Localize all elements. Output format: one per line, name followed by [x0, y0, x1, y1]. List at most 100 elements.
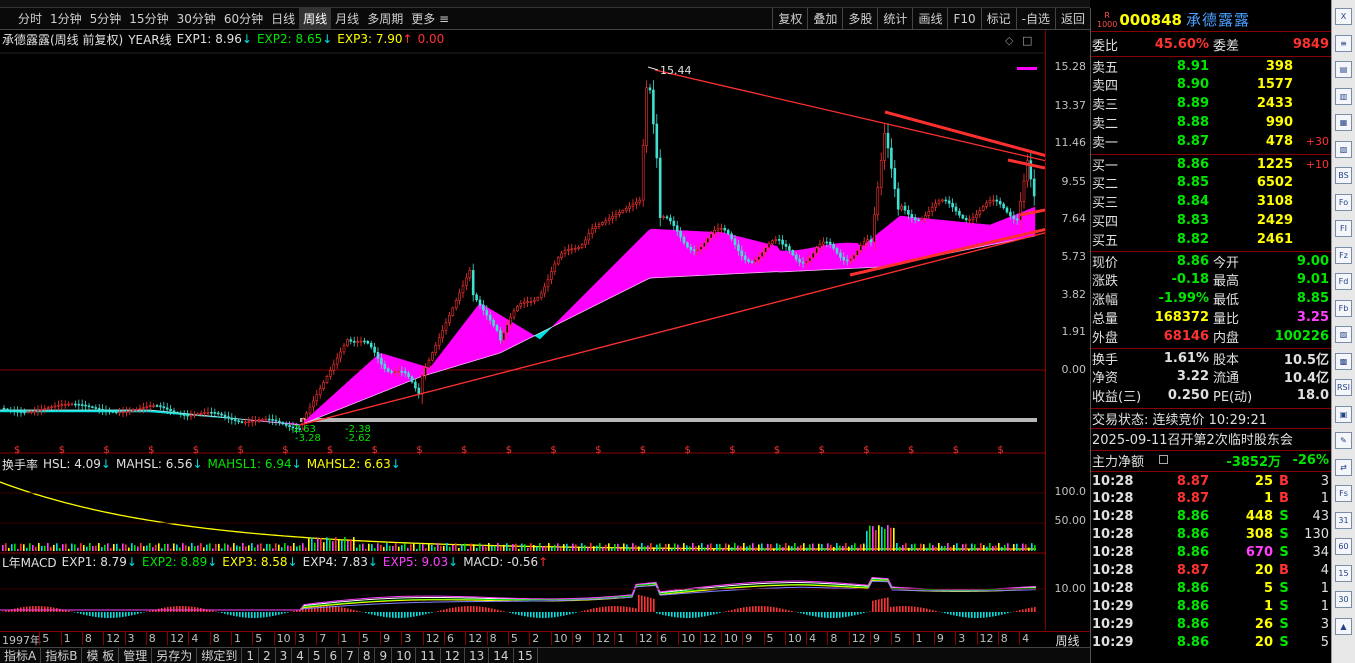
indicator-tab[interactable]: 15: [514, 648, 538, 663]
ma-band-segment: [944, 220, 949, 255]
side-tool-icon[interactable]: 31: [1335, 511, 1352, 529]
tick-side: S: [1279, 527, 1289, 542]
side-tool-icon[interactable]: FI: [1335, 220, 1352, 237]
indicator-tab[interactable]: 另存为: [152, 648, 198, 663]
side-tool-icon[interactable]: ≡: [1335, 34, 1352, 52]
toolbar-button[interactable]: F10: [947, 8, 980, 29]
toolbar-button[interactable]: 画线: [912, 8, 947, 29]
toolbar-button[interactable]: 叠加: [807, 8, 842, 29]
side-tool-icon[interactable]: ▲: [1335, 617, 1352, 635]
candle-body: [203, 412, 206, 414]
indicator-tab[interactable]: 6: [326, 648, 343, 663]
macd-bar: [764, 606, 766, 612]
period-tab[interactable]: 更多 ≡: [407, 8, 453, 29]
period-tab[interactable]: 1分钟: [46, 8, 86, 29]
side-tool-icon[interactable]: Fs: [1335, 485, 1352, 502]
side-tool-icon[interactable]: Fd: [1335, 273, 1352, 290]
date-axis-label: 7: [316, 632, 326, 645]
candle-body: [23, 411, 26, 414]
side-tool-icon[interactable]: RSI: [1335, 379, 1352, 396]
side-tool-icon[interactable]: ▤: [1335, 61, 1352, 78]
dividend-marker: $: [461, 445, 467, 456]
macd-bar: [617, 606, 619, 612]
ma-band-segment: [437, 352, 442, 372]
indicator-tab[interactable]: 绑定到: [197, 648, 243, 663]
indicator-tab[interactable]: 2: [259, 648, 276, 663]
indicator-tab[interactable]: 4: [292, 648, 309, 663]
bid-row: 买二 8.85 6502: [1091, 173, 1332, 192]
high-price-label: 15.44: [660, 64, 692, 77]
side-tool-icon[interactable]: ⇄: [1335, 458, 1352, 476]
indicator-tab[interactable]: 1: [242, 648, 259, 663]
turnover-bar: [665, 543, 667, 551]
period-tab[interactable]: 60分钟: [220, 8, 267, 29]
ma-band-segment: [932, 219, 937, 257]
macd-bar: [572, 612, 574, 614]
side-tool-icon[interactable]: ▧: [1335, 140, 1352, 158]
indicator-tab[interactable]: 模 板: [82, 648, 120, 663]
side-tool-icon[interactable]: 30: [1335, 591, 1352, 608]
period-tab[interactable]: 周线: [299, 8, 332, 29]
macd-line-exp2: [0, 578, 1037, 611]
side-tool-icon[interactable]: BS: [1335, 167, 1352, 184]
side-tool-icon[interactable]: Fz: [1335, 246, 1352, 264]
indicator-tab[interactable]: 7: [342, 648, 359, 663]
kline-chart[interactable]: 15.44-2.63 -2.38-3.28 -2.62◇ □$ $ $ $ $ $ $ $ $ $ $ $ $…: [0, 30, 1045, 630]
side-tool-icon[interactable]: X: [1335, 8, 1352, 25]
indicator-tab[interactable]: 13: [465, 648, 490, 663]
period-tab[interactable]: 5分钟: [86, 8, 126, 29]
indicator-tab[interactable]: 管理: [119, 648, 153, 663]
indicator-tab[interactable]: 指标A: [0, 648, 42, 663]
macd-bar: [245, 612, 247, 618]
indicator-tab[interactable]: 3: [276, 648, 293, 663]
macd-bar: [116, 612, 118, 618]
side-tool-icon[interactable]: Fo: [1335, 193, 1352, 211]
indicator-tab[interactable]: 12: [441, 648, 465, 663]
period-tab[interactable]: 15分钟: [125, 8, 172, 29]
side-tool-icon[interactable]: 60: [1335, 538, 1352, 555]
toolbar-button[interactable]: 返回: [1054, 8, 1090, 29]
toolbar-button[interactable]: 统计: [877, 8, 912, 29]
candle-body: [87, 405, 91, 408]
indicator-tab[interactable]: 8: [359, 648, 376, 663]
period-tab[interactable]: 多周期: [363, 8, 407, 29]
side-tool-icon[interactable]: ▨: [1335, 326, 1352, 343]
toolbar-button[interactable]: 多股: [842, 8, 877, 29]
macd-bar: [515, 612, 517, 615]
candle-body: [461, 285, 465, 294]
side-tool-icon[interactable]: ▥: [1335, 87, 1352, 105]
indicator-tab[interactable]: 9: [375, 648, 393, 663]
side-tool-icon[interactable]: 15: [1335, 564, 1352, 582]
side-tool-icon[interactable]: ▩: [1335, 352, 1352, 370]
side-tool-icon[interactable]: ✎: [1335, 432, 1352, 449]
side-tool-icon[interactable]: ▦: [1335, 114, 1352, 131]
flow-list-icon[interactable]: [1159, 455, 1168, 464]
turnover-bar: [356, 547, 358, 551]
indicator-tab[interactable]: 5: [309, 648, 326, 663]
macd-bar: [194, 606, 196, 612]
macd-bar: [236, 612, 238, 617]
side-tool-icon[interactable]: ▣: [1335, 405, 1352, 423]
turnover-bar: [650, 543, 652, 551]
toolbar-button[interactable]: 复权: [772, 8, 807, 29]
indicator-tab[interactable]: 10: [392, 648, 417, 663]
toolbar-button[interactable]: -自选: [1015, 8, 1055, 29]
toolbar-button[interactable]: 标记: [980, 8, 1016, 29]
indicator-tab[interactable]: 指标B: [41, 648, 83, 663]
indicator-tab[interactable]: 11: [416, 648, 441, 663]
period-tab[interactable]: 月线: [331, 8, 363, 29]
ma-band-segment: [902, 216, 907, 263]
indicator-tab[interactable]: 14: [489, 648, 514, 663]
macd-bar: [2, 611, 4, 612]
ma-band-segment: [452, 333, 457, 368]
period-tab[interactable]: 30分钟: [173, 8, 220, 29]
macd-bar: [347, 608, 349, 612]
turnover-bar: [602, 547, 604, 551]
period-tab[interactable]: 分时: [14, 8, 46, 29]
turnover-bar: [5, 543, 7, 551]
date-axis-label: 9: [933, 632, 944, 645]
candle-body: [543, 286, 546, 294]
side-tool-icon[interactable]: Fb: [1335, 299, 1352, 317]
period-tab[interactable]: 日线: [267, 8, 299, 29]
candle-body: [907, 209, 910, 215]
